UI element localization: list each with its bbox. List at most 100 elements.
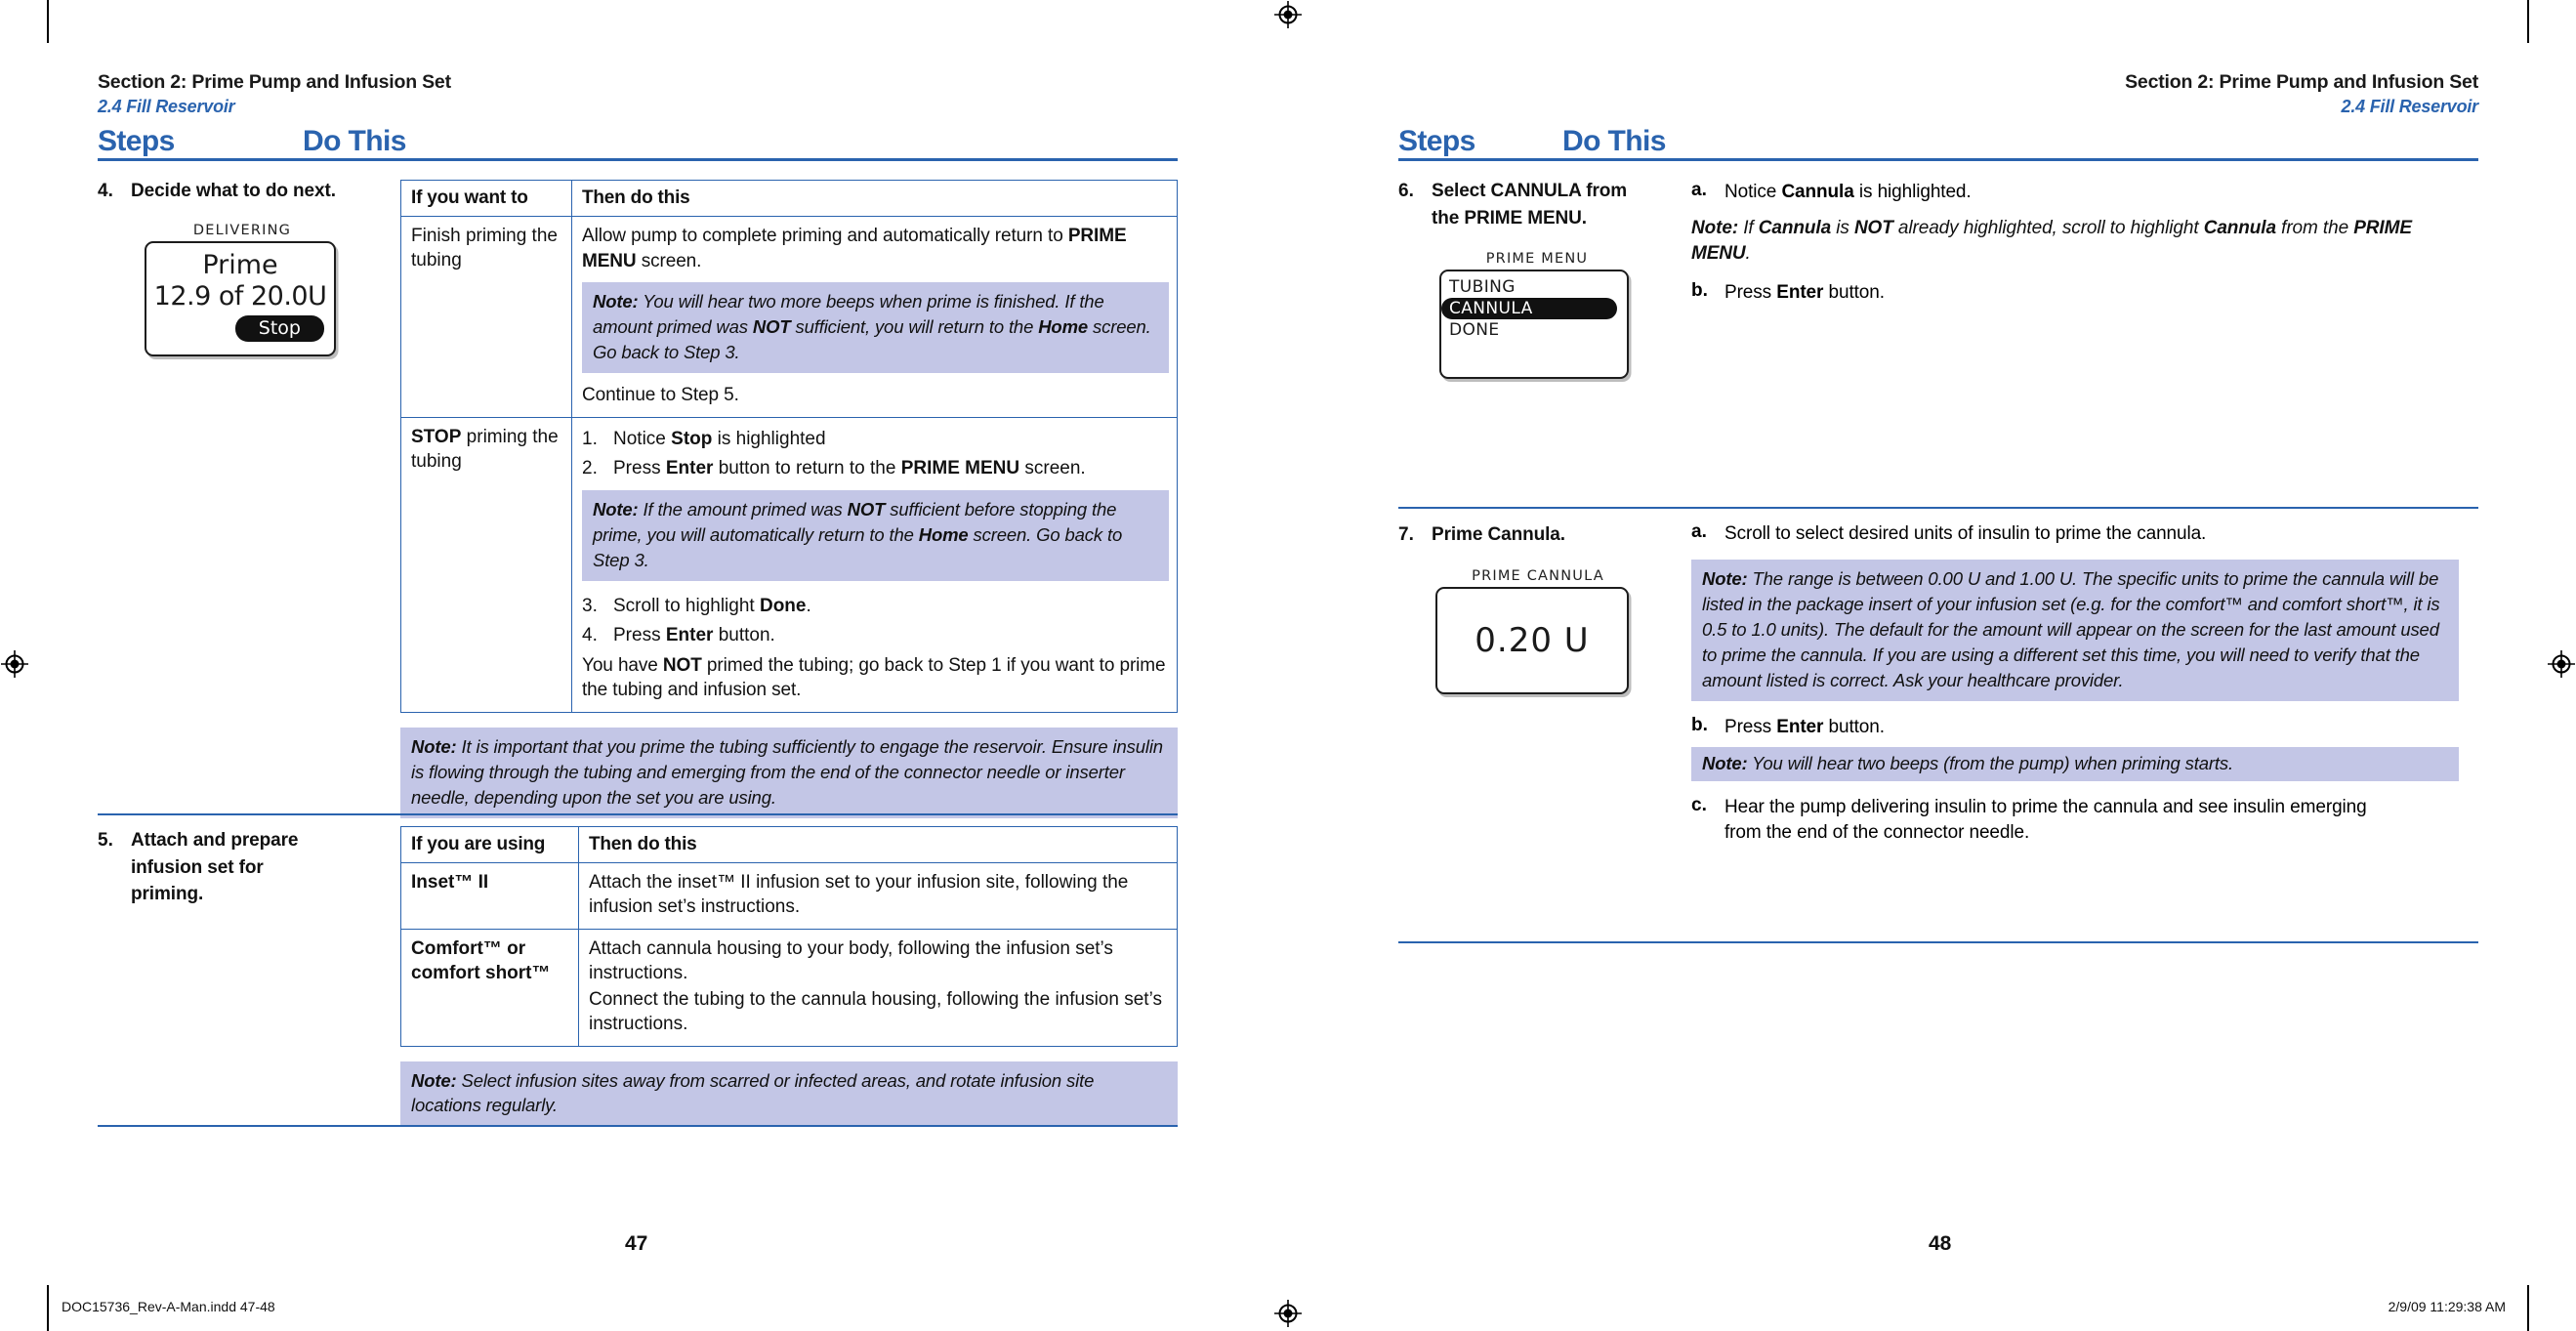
step-4-footer-note: Note: It is important that you prime the…: [400, 728, 1178, 818]
running-head-title: Section 2: Prime Pump and Infusion Set: [98, 71, 451, 93]
item-marker: b.: [1691, 714, 1708, 735]
list-text: Press Enter button to return to the PRIM…: [613, 456, 1086, 481]
column-header-do-this: Do This: [303, 125, 406, 157]
pump-screen-caption: PRIME CANNULA: [1472, 567, 1604, 584]
pump-screen-prime-cannula: PRIME CANNULA 0.20 U: [1435, 568, 1641, 694]
item-text: Press Enter button.: [1724, 715, 1885, 740]
item-marker: c.: [1691, 794, 1707, 815]
item-lead: Press: [1724, 281, 1777, 303]
note-part1: If: [1738, 218, 1759, 239]
step-6-do-column: a. Notice Cannula is highlighted. Note: …: [1691, 180, 2472, 318]
list-tail: screen.: [1019, 458, 1086, 479]
step-5-steps-column: 5. Attach and prepare infusion set for p…: [98, 827, 381, 908]
action-continue: Continue to Step 5.: [582, 384, 739, 405]
table-header-row: If you are using Then do this: [400, 826, 1178, 863]
step-5-do-column: If you are using Then do this Inset™ II …: [400, 826, 1178, 1127]
cell-condition-finish-priming: Finish priming the tubing: [400, 216, 572, 418]
step-6-title: Select CANNULA from the PRIME MENU.: [1432, 181, 1628, 229]
step-4-do-column: If you want to Then do this Finish primi…: [400, 180, 1178, 818]
pump-screen-delivering: DELIVERING Prime 12.9 of 20.0U Stop: [145, 223, 340, 356]
pump-screen-prime-menu: PRIME MENU TUBING CANNULA DONE: [1439, 251, 1635, 380]
note-label: Note:: [593, 498, 639, 520]
step-4-heading: 4. Decide what to do next.: [98, 178, 381, 205]
column-header-steps: Steps: [1398, 125, 1475, 157]
item-text: Hear the pump delivering insulin to prim…: [1724, 796, 2367, 843]
list-text: Press Enter button.: [613, 623, 775, 648]
step-7-heading: 7. Prime Cannula.: [1398, 521, 1682, 549]
running-head-left: Section 2: Prime Pump and Infusion Set 2…: [98, 70, 451, 119]
step-6-note: Note: If Cannula is NOT already highligh…: [1691, 216, 2443, 266]
menu-item-tubing[interactable]: TUBING: [1441, 276, 1627, 298]
table-header-row: If you want to Then do this: [400, 180, 1178, 217]
item-text: Scroll to select desired units of insuli…: [1724, 523, 2207, 544]
note-part5: .: [1745, 242, 1751, 264]
note-part4: from the: [2275, 218, 2354, 239]
item-bold: Enter: [1776, 281, 1824, 303]
list-marker: 2.: [582, 458, 598, 479]
step-7-steps-column: 7. Prime Cannula. PRIME CANNULA 0.20 U: [1398, 521, 1682, 694]
list-marker: 1.: [582, 428, 598, 449]
item-marker: a.: [1691, 521, 1707, 542]
step-4-decision-table: If you want to Then do this Finish primi…: [400, 180, 1178, 714]
note-label: Note:: [411, 1069, 457, 1091]
list-tail: button.: [713, 625, 775, 646]
item-bold: Cannula: [1781, 182, 1854, 202]
step-5-infusion-set-table: If you are using Then do this Inset™ II …: [400, 826, 1178, 1047]
step-7-range-note: Note: The range is between 0.00 U and 1.…: [1691, 560, 2459, 701]
cell-condition-inset-ii: Inset™ II: [400, 862, 579, 930]
note-bold1: NOT: [847, 498, 886, 520]
imprint-right: 2/9/09 11:29:38 AM: [2388, 1299, 2506, 1314]
note-text: It is important that you prime the tubin…: [411, 736, 1163, 808]
instruction-item-b: b. Press Enter button.: [1691, 280, 2472, 306]
note-label: Note:: [411, 736, 457, 758]
step-6-instruction-list: a. Notice Cannula is highlighted. Note: …: [1691, 180, 2472, 306]
note-callout: Note: You will hear two more beeps when …: [582, 282, 1169, 373]
condition-bold: STOP: [411, 426, 462, 447]
item-text: Press Enter button.: [1724, 280, 1885, 306]
cell-action-inset-ii: Attach the inset™ II infusion set to you…: [578, 862, 1178, 930]
menu-item-done[interactable]: DONE: [1441, 319, 1627, 341]
note-callout: Note: If the amount primed was NOT suffi…: [582, 489, 1169, 581]
folio-left: 47: [625, 1232, 648, 1255]
instruction-item-a: a. Scroll to select desired units of ins…: [1691, 521, 2472, 547]
table-header-action: Then do this: [571, 180, 1178, 217]
step-6-number: 6.: [1398, 181, 1414, 201]
instruction-item-a: a. Notice Cannula is highlighted.: [1691, 180, 2472, 205]
list-text: Scroll to highlight Done.: [613, 594, 811, 619]
note-bold2: NOT: [1853, 218, 1893, 239]
list-item: 4. Press Enter button.: [582, 623, 1167, 648]
cell-action-stop-priming: 1. Notice Stop is highlighted 2. Press E…: [571, 416, 1178, 714]
running-head-subtitle: 2.4 Fill Reservoir: [98, 97, 235, 117]
instruction-item-c: c. Hear the pump delivering insulin to p…: [1691, 795, 2472, 846]
item-marker: a.: [1691, 180, 1707, 200]
step-7-beeps-note: Note: You will hear two beeps (from the …: [1691, 746, 2459, 781]
note-part3: already highlighted, scroll to highlight: [1892, 218, 2204, 239]
list-item: 1. Notice Stop is highlighted: [582, 427, 1167, 452]
column-headers-right: Steps Do This: [1398, 127, 2478, 161]
pump-stop-button[interactable]: Stop: [234, 314, 324, 342]
action-tail: screen.: [636, 250, 702, 271]
list-bold: Done: [759, 595, 807, 616]
note-bold1: Cannula: [1758, 218, 1832, 239]
pump-screen-title: Prime: [202, 249, 278, 280]
cell-condition-comfort: Comfort™ or comfort short™: [400, 928, 579, 1047]
step-7-number: 7.: [1398, 524, 1414, 545]
list-marker: 4.: [582, 625, 598, 646]
action-line-2: Connect the tubing to the cannula housin…: [589, 989, 1162, 1035]
print-spread: Section 2: Prime Pump and Infusion Set 2…: [0, 0, 2576, 1331]
table-row: Comfort™ or comfort short™ Attach cannul…: [400, 928, 1178, 1047]
menu-item-cannula-selected[interactable]: CANNULA: [1441, 298, 1617, 320]
note-part1: If the amount primed was: [638, 498, 848, 520]
step-7-title: Prime Cannula.: [1432, 524, 1565, 545]
cell-condition-stop-priming: STOP priming the tubing: [400, 416, 572, 714]
note-part2: sufficient, you will return to the: [790, 316, 1039, 338]
table-header-condition: If you want to: [400, 180, 572, 217]
pump-screen-body: 0.20 U: [1435, 586, 1629, 694]
note-text: The range is between 0.00 U and 1.00 U. …: [1702, 568, 2440, 690]
list-lead: Press: [613, 625, 666, 646]
note-label: Note:: [593, 291, 639, 312]
running-head-subtitle: 2.4 Fill Reservoir: [2341, 97, 2479, 117]
item-lead: Press: [1724, 716, 1777, 737]
note-bold1: NOT: [752, 316, 791, 338]
step-6-heading: 6. Select CANNULA from the PRIME MENU.: [1398, 178, 1682, 231]
